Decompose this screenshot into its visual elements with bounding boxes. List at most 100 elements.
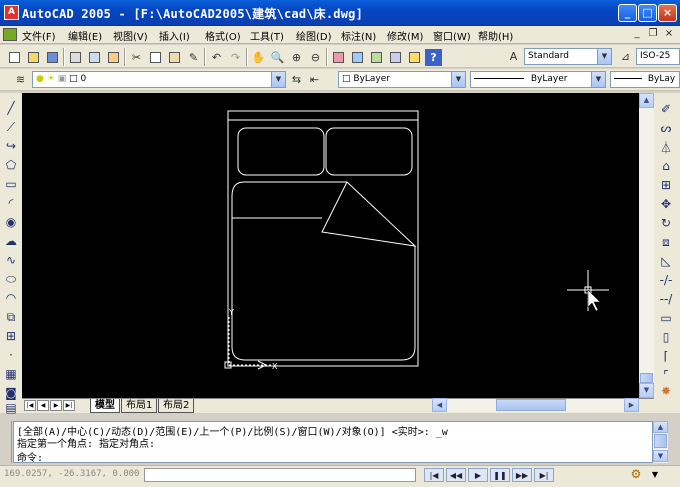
command-grip[interactable] (4, 421, 12, 463)
text-style-select[interactable]: Standard ▼ (524, 48, 612, 65)
array-icon[interactable]: ⊞ (657, 176, 675, 194)
explode-icon[interactable]: ✸ (657, 382, 675, 400)
ellipse-icon[interactable]: ⬭ (2, 270, 20, 288)
properties-icon[interactable] (330, 49, 347, 66)
extend-icon[interactable]: --/ (657, 290, 675, 308)
command-window[interactable]: [全部(A)/中心(C)/动态(D)/范围(E)/上一个(P)/比例(S)/窗口… (13, 421, 653, 464)
scroll-thumb[interactable] (640, 373, 653, 383)
pan-icon[interactable]: ✋ (250, 49, 267, 66)
first-frame-icon[interactable]: |◀ (424, 468, 444, 482)
scroll-down-button[interactable]: ▼ (653, 450, 668, 462)
tray-settings-icon[interactable]: ⚙ (628, 467, 644, 483)
scroll-down-button[interactable]: ▼ (639, 383, 654, 398)
mdi-restore-button[interactable]: ❐ (646, 28, 660, 41)
arc-icon[interactable]: ◜ (2, 194, 20, 212)
menu-insert[interactable]: 插入(I) (159, 28, 190, 43)
tab-layout2[interactable]: 布局2 (158, 399, 195, 413)
layer-select[interactable]: ● ☀ ▣ □ 0 ▼ (32, 71, 286, 88)
cut-icon[interactable]: ✂ (128, 49, 145, 66)
tool-palettes-icon[interactable] (368, 49, 385, 66)
hscroll-thumb[interactable] (496, 399, 566, 411)
menu-modify[interactable]: 修改(M) (387, 28, 423, 43)
menu-dimension[interactable]: 标注(N) (341, 28, 376, 43)
chevron-down-icon[interactable]: ▼ (451, 72, 465, 87)
zoom-realtime-icon[interactable]: 🔍 (269, 49, 286, 66)
scroll-thumb[interactable] (654, 434, 667, 448)
last-frame-icon[interactable]: ▶| (534, 468, 554, 482)
trim-icon[interactable]: -/- (657, 271, 675, 289)
design-center-icon[interactable] (349, 49, 366, 66)
tab-model[interactable]: 模型 (90, 399, 120, 413)
scale-icon[interactable]: ⧈ (657, 233, 675, 251)
paste-icon[interactable] (166, 49, 183, 66)
mdi-close-button[interactable]: × (662, 28, 676, 41)
make-block-icon[interactable]: ⊞ (2, 327, 20, 345)
menu-tools[interactable]: 工具(T) (250, 28, 284, 43)
publish-icon[interactable] (105, 49, 122, 66)
play-icon[interactable]: ▶ (468, 468, 488, 482)
copy-icon[interactable] (147, 49, 164, 66)
command-prompt[interactable]: 命令: (17, 449, 43, 464)
construction-line-icon[interactable]: ⟋ (2, 118, 20, 136)
break-icon[interactable]: ▯ (657, 328, 675, 346)
revision-cloud-icon[interactable]: ☁ (2, 232, 20, 250)
coordinate-readout[interactable]: 169.0257, -26.3167, 0.000 (4, 469, 139, 479)
menu-view[interactable]: 视图(V) (113, 28, 148, 43)
zoom-previous-icon[interactable]: ⊖ (307, 49, 324, 66)
linetype-select[interactable]: ByLayer ▼ (470, 71, 606, 88)
menu-help[interactable]: 帮助(H) (478, 28, 513, 43)
print-icon[interactable] (67, 49, 84, 66)
undo-icon[interactable]: ↶ (208, 49, 225, 66)
copy-object-icon[interactable]: ᔕ (657, 119, 675, 137)
offset-icon[interactable]: ⌂ (657, 157, 675, 175)
color-select[interactable]: □ ByLayer ▼ (338, 71, 466, 88)
erase-icon[interactable]: ✐ (657, 100, 675, 118)
vertical-scrollbar[interactable]: ▲ ▼ (639, 93, 654, 398)
menu-file[interactable]: 文件(F) (22, 28, 56, 43)
scroll-left-button[interactable]: ◀ (432, 398, 447, 412)
scroll-up-button[interactable]: ▲ (653, 421, 668, 433)
horizontal-scrollbar[interactable]: ◀ ▶ (432, 398, 639, 412)
close-button[interactable]: × (658, 4, 677, 22)
break-at-point-icon[interactable]: ▭ (657, 309, 675, 327)
insert-block-icon[interactable]: ⧉ (2, 308, 20, 326)
menu-format[interactable]: 格式(O) (205, 28, 241, 43)
tab-first-button[interactable]: |◀ (24, 400, 36, 411)
maximize-button[interactable]: □ (638, 4, 657, 22)
tab-prev-button[interactable]: ◀ (37, 400, 49, 411)
hatch-icon[interactable]: ▦ (2, 365, 20, 383)
point-icon[interactable]: · (2, 346, 20, 364)
status-toggles-area[interactable] (144, 468, 416, 482)
spline-icon[interactable]: ∿ (2, 251, 20, 269)
document-icon[interactable] (3, 28, 17, 41)
rewind-icon[interactable]: ◀◀ (446, 468, 466, 482)
dim-style-select[interactable]: ISO-25 (636, 48, 680, 65)
pause-icon[interactable]: ❚❚ (490, 468, 510, 482)
lineweight-select[interactable]: ByLay (610, 71, 680, 88)
scroll-up-button[interactable]: ▲ (639, 93, 654, 108)
autocad-icon[interactable]: A (4, 5, 19, 20)
fast-forward-icon[interactable]: ▶▶ (512, 468, 532, 482)
zoom-window-icon[interactable]: ⊕ (288, 49, 305, 66)
tab-last-button[interactable]: ▶| (63, 400, 75, 411)
chevron-down-icon[interactable]: ▼ (597, 49, 611, 64)
tab-layout1[interactable]: 布局1 (121, 399, 158, 413)
table-icon[interactable]: ▤ (2, 399, 20, 417)
sheet-set-icon[interactable] (387, 49, 404, 66)
mirror-icon[interactable]: ⏃ (657, 138, 675, 156)
tab-next-button[interactable]: ▶ (50, 400, 62, 411)
print-preview-icon[interactable] (86, 49, 103, 66)
circle-icon[interactable]: ◉ (2, 213, 20, 231)
open-icon[interactable] (25, 49, 42, 66)
line-icon[interactable]: ╱ (2, 99, 20, 117)
chevron-down-icon[interactable]: ▼ (591, 72, 605, 87)
menu-edit[interactable]: 编辑(E) (68, 28, 102, 43)
command-scrollbar[interactable]: ▲ ▼ (653, 421, 668, 463)
status-menu-chevron-icon[interactable]: ▼ (648, 467, 662, 483)
stretch-icon[interactable]: ◺ (657, 252, 675, 270)
markup-icon[interactable] (406, 49, 423, 66)
help-icon[interactable]: ? (425, 48, 442, 66)
ellipse-arc-icon[interactable]: ◠ (2, 289, 20, 307)
move-icon[interactable]: ✥ (657, 195, 675, 213)
save-icon[interactable] (44, 49, 61, 66)
